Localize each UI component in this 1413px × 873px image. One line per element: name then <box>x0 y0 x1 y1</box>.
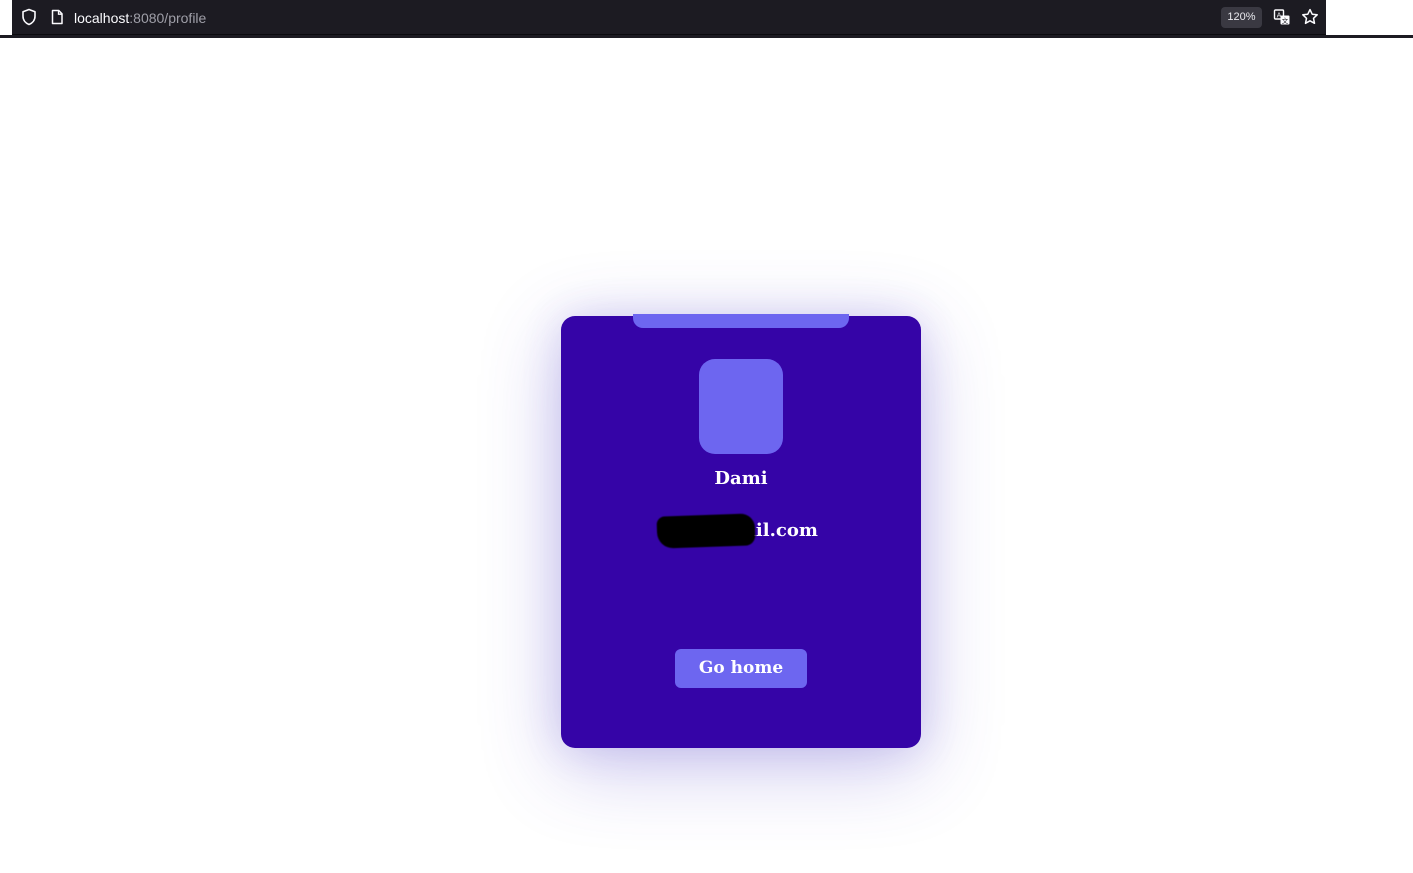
translate-icon[interactable]: A 文 <box>1273 8 1291 26</box>
star-icon[interactable] <box>1301 8 1319 26</box>
shield-icon[interactable] <box>20 8 38 26</box>
redaction-mark <box>656 513 756 549</box>
url-text[interactable]: localhost:8080/profile <box>74 9 206 27</box>
zoom-level-badge[interactable]: 120% <box>1221 7 1262 28</box>
url-host: localhost <box>74 10 130 26</box>
url-path: :8080/profile <box>129 10 207 26</box>
page-icon <box>48 8 66 26</box>
svg-text:文: 文 <box>1282 16 1289 25</box>
browser-toolbar: localhost:8080/profile 120% A 文 <box>0 0 1413 38</box>
url-bar[interactable]: localhost:8080/profile 120% A 文 <box>12 0 1326 35</box>
toolbar-divider <box>0 35 1413 38</box>
card-top-tab <box>633 314 849 328</box>
profile-name: Dami <box>714 468 768 489</box>
profile-card: Dami da @gmail.com Go home <box>561 314 921 748</box>
go-home-button[interactable]: Go home <box>675 649 807 688</box>
avatar <box>699 359 783 454</box>
